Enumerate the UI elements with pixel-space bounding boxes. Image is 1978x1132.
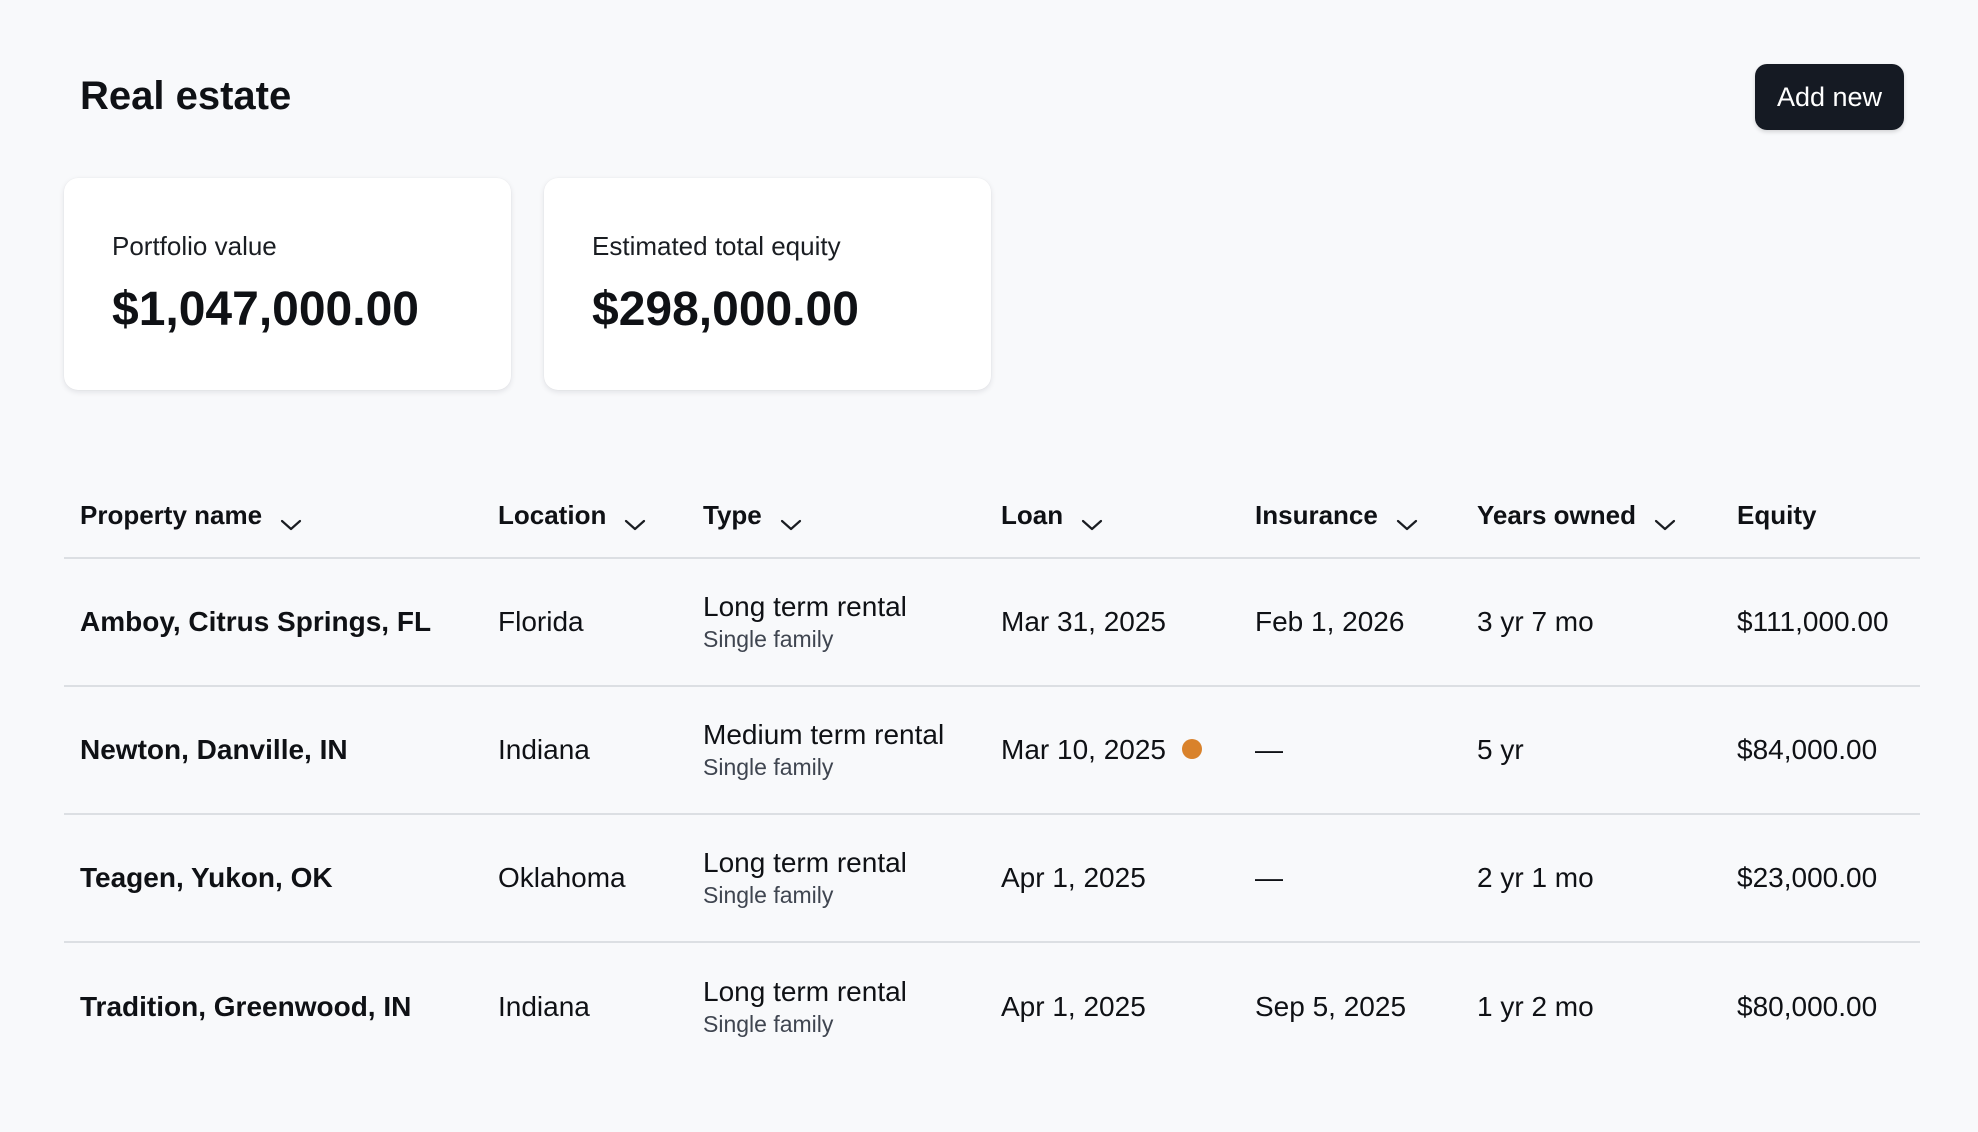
property-subtype: Single family — [703, 626, 834, 652]
cell-location: Indiana — [498, 990, 590, 1022]
cell-name: Newton, Danville, IN — [64, 686, 482, 815]
loan-date: Mar 10, 2025 — [1001, 734, 1166, 765]
column-header-years-owned[interactable]: Years owned — [1461, 474, 1721, 559]
chevron-down-icon[interactable] — [280, 508, 302, 531]
cell-name: Tradition, Greenwood, IN — [80, 990, 412, 1022]
card-label: Portfolio value — [112, 231, 277, 261]
column-header-label: Loan — [1001, 500, 1064, 530]
cell-loan: Mar 31, 2025 — [985, 558, 1239, 687]
column-header-label: Type — [703, 500, 762, 530]
table-header-row: Property name Location Type Loan Insurance Ye… — [64, 474, 1920, 559]
column-header-label: Insurance — [1255, 500, 1378, 530]
cell-location: Indiana — [482, 686, 687, 815]
cell-equity: $84,000.00 — [1721, 686, 1920, 815]
cell-years-owned: 2 yr 1 mo — [1461, 814, 1721, 943]
chevron-down-icon[interactable] — [1396, 508, 1418, 531]
column-header-loan[interactable]: Loan — [985, 474, 1239, 559]
chevron-down-icon[interactable] — [780, 508, 802, 531]
cell-location: Florida — [482, 558, 687, 687]
column-header-equity: Equity — [1721, 474, 1920, 559]
portfolio-value-card: Portfolio value $1,047,000.00 — [64, 178, 511, 390]
cell-type: Medium term rental Single family — [687, 686, 985, 815]
column-header-insurance[interactable]: Insurance — [1239, 474, 1461, 559]
table-row[interactable]: Newton, Danville, IN Indiana Medium term r… — [64, 686, 1920, 815]
table-row[interactable]: Teagen, Yukon, OK Oklahoma Long term renta… — [64, 814, 1920, 943]
add-new-button[interactable]: Add new — [1755, 64, 1904, 130]
cell-insurance: — — [1239, 814, 1461, 943]
loan-date: Apr 1, 2025 — [1001, 990, 1146, 1022]
status-dot-icon — [1182, 738, 1202, 759]
cell-type: Long term rental Single family — [687, 814, 985, 943]
chevron-down-icon[interactable] — [1654, 508, 1676, 531]
chevron-down-icon[interactable] — [1081, 508, 1103, 531]
loan-date: Apr 1, 2025 — [1001, 862, 1146, 893]
cell-loan: Apr 1, 2025 — [985, 942, 1239, 1070]
real-estate-page: Real estate Add new Portfolio value $1,0… — [0, 0, 1978, 1132]
column-header-type[interactable]: Type — [687, 474, 985, 559]
cell-years-owned: 3 yr 7 mo — [1461, 558, 1721, 687]
cell-equity: $80,000.00 — [1737, 990, 1878, 1022]
rental-type: Long term rental — [703, 847, 907, 878]
cell-insurance: — — [1239, 686, 1461, 815]
property-subtype: Single family — [703, 1010, 834, 1037]
estimated-equity-card: Estimated total equity $298,000.00 — [544, 178, 991, 390]
column-header-label: Property name — [80, 500, 263, 530]
rental-type: Medium term rental — [703, 719, 945, 750]
page-title: Real estate — [80, 74, 292, 118]
cell-type: Long term rental Single family — [687, 942, 985, 1070]
loan-date: Mar 31, 2025 — [1001, 606, 1166, 637]
properties-table: Property name Location Type Loan Insurance Ye… — [64, 474, 1920, 1070]
table-row[interactable]: Amboy, Citrus Springs, FL Florida Long ter… — [64, 558, 1920, 687]
property-subtype: Single family — [703, 882, 834, 908]
column-header-location[interactable]: Location — [482, 474, 687, 559]
card-value: $1,047,000.00 — [112, 283, 419, 336]
cell-type: Long term rental Single family — [687, 558, 985, 687]
rental-type: Long term rental — [703, 591, 907, 622]
rental-type: Long term rental — [703, 975, 907, 1007]
cell-name: Amboy, Citrus Springs, FL — [64, 558, 482, 687]
column-header-property-name[interactable]: Property name — [64, 474, 482, 559]
cell-loan: Apr 1, 2025 — [985, 814, 1239, 943]
card-value: $298,000.00 — [592, 283, 859, 336]
cell-years-owned: 5 yr — [1461, 686, 1721, 815]
column-header-label: Years owned — [1477, 500, 1636, 530]
cell-equity: $23,000.00 — [1721, 814, 1920, 943]
table-row[interactable]: Tradition, Greenwood, IN Indiana Long term… — [64, 942, 1920, 1070]
card-label: Estimated total equity — [592, 231, 841, 261]
table-body: Amboy, Citrus Springs, FL Florida Long ter… — [64, 558, 1920, 1070]
cell-equity: $111,000.00 — [1721, 558, 1920, 687]
column-header-label: Location — [498, 500, 607, 530]
cell-insurance: Feb 1, 2026 — [1239, 558, 1461, 687]
column-header-label: Equity — [1737, 500, 1817, 530]
cell-years-owned: 1 yr 2 mo — [1477, 990, 1594, 1022]
cell-name: Teagen, Yukon, OK — [64, 814, 482, 943]
cell-insurance: Sep 5, 2025 — [1255, 990, 1407, 1022]
chevron-down-icon[interactable] — [624, 508, 646, 531]
cell-loan: Mar 10, 2025 — [985, 686, 1239, 815]
property-subtype: Single family — [703, 754, 834, 780]
cell-location: Oklahoma — [482, 814, 687, 943]
